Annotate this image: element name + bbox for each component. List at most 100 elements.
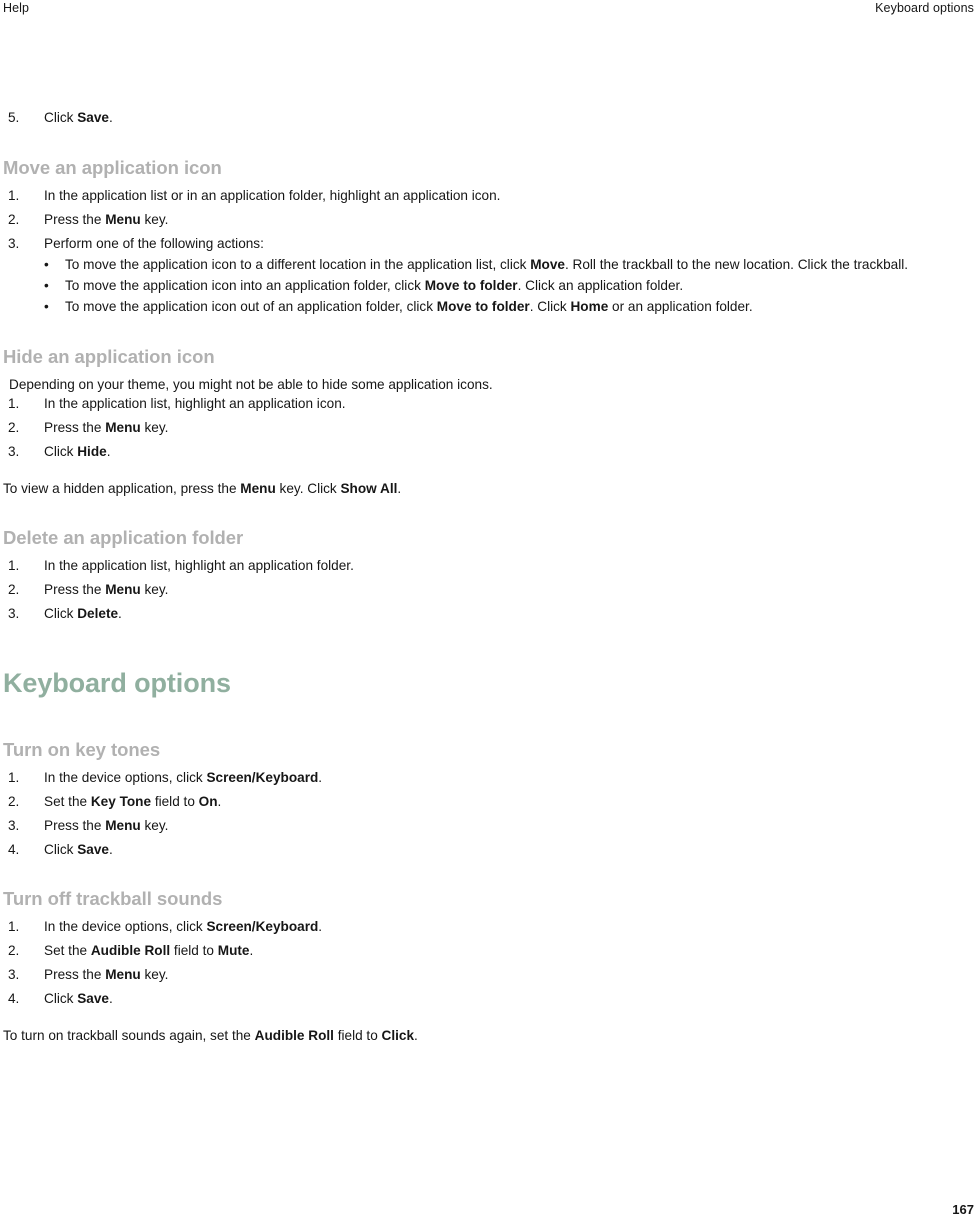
bullet-text-3: or an application folder.: [608, 299, 753, 314]
sub-bullet-list: • To move the application icon to a diffe…: [44, 255, 974, 317]
step-text-bold: Menu: [105, 967, 141, 982]
step-text-bold: Save: [77, 110, 109, 125]
step-text-post: key.: [140, 967, 169, 982]
step-text-post: .: [249, 943, 254, 958]
step-text-post: .: [108, 841, 113, 857]
step-marker: 2.: [8, 420, 20, 435]
step-text: In the application list, highlight an ap…: [44, 396, 346, 411]
section-heading-turn-on-key-tones: Turn on key tones: [3, 738, 161, 760]
step-text-pre: Click: [44, 110, 78, 125]
bullet-bold-2: Home: [570, 299, 609, 314]
bullet-icon: •: [44, 299, 49, 314]
step-marker: 3.: [8, 235, 20, 251]
step-text-bold: Screen/Keyboard: [206, 919, 319, 934]
paragraph-text-2: field to: [333, 1027, 382, 1043]
list-item: 1. In the device options, click Screen/Ke…: [3, 768, 974, 788]
running-header-left: Help: [3, 1, 30, 15]
page-number: 167: [952, 1202, 974, 1217]
steps-turn-on-key-tones: 1. In the device options, click Screen/Ke…: [3, 768, 974, 860]
steps-hide-application-icon: 1. In the application list, highlight an …: [3, 394, 974, 462]
step-text-bold: Save: [77, 841, 109, 857]
step-text-pre: Click: [44, 841, 78, 857]
list-item: • To move the application icon out of an …: [44, 297, 974, 317]
step-text-bold-2: On: [198, 793, 218, 809]
step-text-bold: Key Tone: [90, 793, 152, 809]
list-item: • To move the application icon to a diffe…: [44, 255, 974, 275]
step-text-mid: field to: [170, 943, 218, 958]
chapter-heading-keyboard-options: Keyboard options: [3, 667, 231, 698]
step-marker: 2.: [8, 211, 20, 227]
page-content: 5. Click Save. Move an application icon 1…: [3, 108, 974, 1045]
hide-application-icon-trailing-paragraph: To view a hidden application, press the …: [3, 479, 974, 499]
step-text-post: key.: [140, 817, 169, 833]
list-item: 3. Click Hide.: [3, 442, 974, 462]
step-text: Perform one of the following actions:: [44, 235, 264, 251]
list-item: 1. In the application list or in an appli…: [3, 186, 974, 206]
list-item: 3. Click Delete.: [3, 604, 974, 624]
step-text-pre: Set the: [44, 793, 91, 809]
step-text-post: .: [217, 793, 222, 809]
step-text-bold-2: Mute: [217, 943, 250, 958]
manual-page: Help Keyboard options 5. Click Save. Move…: [0, 0, 974, 1228]
bullet-icon: •: [44, 257, 49, 272]
step-marker: 3.: [8, 606, 20, 621]
bullet-text-1: To move the application icon into an app…: [65, 278, 425, 293]
step-text-bold: Delete: [77, 606, 119, 621]
list-item: 2. Set the Key Tone field to On.: [3, 792, 974, 812]
step-marker: 1.: [8, 187, 20, 203]
list-item: 5. Click Save.: [3, 108, 974, 128]
bullet-text-2: . Click an application folder.: [517, 278, 684, 293]
list-item: 1. In the device options, click Screen/Ke…: [3, 917, 974, 937]
step-text-post: .: [318, 919, 323, 934]
step-text-pre: Press the: [44, 967, 106, 982]
step-text-pre: Set the: [44, 943, 91, 958]
list-item: 2. Set the Audible Roll field to Mute.: [3, 941, 974, 961]
step-text-post: .: [108, 110, 113, 125]
list-item: 2. Press the Menu key.: [3, 580, 974, 600]
step-marker: 3.: [8, 817, 20, 833]
bullet-text-1: To move the application icon out of an a…: [65, 299, 437, 314]
step-text: In the application list or in an applica…: [44, 187, 501, 203]
paragraph-text-3: .: [397, 480, 402, 496]
step-text: In the application list, highlight an ap…: [44, 558, 354, 573]
step-text-bold: Menu: [105, 211, 141, 227]
step-text-pre: Click: [44, 606, 78, 621]
steps-delete-application-folder: 1. In the application list, highlight an …: [3, 556, 974, 624]
list-item: • To move the application icon into an ap…: [44, 276, 974, 296]
running-header: Help Keyboard options: [3, 0, 974, 22]
step-marker: 1.: [8, 396, 20, 411]
step-marker: 2.: [8, 943, 20, 958]
section-heading-delete-application-folder: Delete an application folder: [3, 527, 244, 548]
turn-off-trackball-sounds-trailing-paragraph: To turn on trackball sounds again, set t…: [3, 1026, 974, 1046]
step-marker: 4.: [8, 841, 20, 857]
step-text-post: .: [318, 769, 323, 785]
step-text-bold: Audible Roll: [90, 943, 171, 958]
step-text-post: key.: [140, 211, 169, 227]
step-marker: 1.: [8, 769, 20, 785]
bullet-bold-1: Move to folder: [424, 278, 518, 293]
step-text-bold: Menu: [105, 420, 141, 435]
step-text-pre: In the device options, click: [44, 769, 207, 785]
step-text-post: key.: [140, 420, 169, 435]
step-text-bold: Screen/Keyboard: [206, 769, 319, 785]
running-header-right: Keyboard options: [875, 1, 974, 15]
bullet-text-2: . Click: [529, 299, 571, 314]
step-marker: 5.: [8, 110, 20, 125]
paragraph-text-2: key. Click: [275, 480, 341, 496]
section-heading-hide-application-icon: Hide an application icon: [3, 345, 215, 367]
bullet-icon: •: [44, 278, 49, 293]
bullet-text-1: To move the application icon to a differ…: [65, 257, 531, 272]
step-marker: 1.: [8, 919, 20, 934]
step-marker: 2.: [8, 793, 20, 809]
